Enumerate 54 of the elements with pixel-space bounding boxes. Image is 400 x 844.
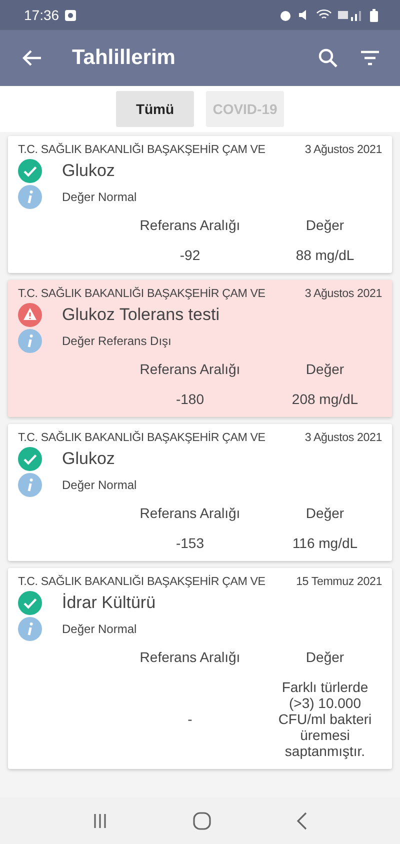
institution-name: T.C. SAĞLIK BAKANLIĞI BAŞAKŞEHİR ÇAM VE <box>18 574 266 589</box>
battery-icon <box>370 8 378 22</box>
home-icon[interactable] <box>192 812 211 830</box>
value-label: Değer <box>304 361 346 377</box>
screen-title: Tahlillerim <box>72 46 176 70</box>
reference-label: Referans Aralığı <box>138 505 242 521</box>
value-label: Değer <box>304 649 346 665</box>
info-icon <box>18 473 42 497</box>
status-time: 17:36 <box>24 7 60 23</box>
result-date: 15 Temmuz 2021 <box>296 574 382 589</box>
check-icon <box>18 591 42 615</box>
recent-apps-icon[interactable] <box>92 812 108 828</box>
institution-name: T.C. SAĞLIK BAKANLIĞI BAŞAKŞEHİR ÇAM VE <box>18 430 266 445</box>
warning-icon <box>18 303 42 327</box>
value-label: Değer <box>304 505 346 521</box>
result-value: 116 mg/dL <box>291 535 359 551</box>
test-name: Glukoz Tolerans testi <box>62 305 220 325</box>
result-card[interactable]: T.C. SAĞLIK BAKANLIĞI BAŞAKŞEHİR ÇAM VE 3 Ağustos 2021 Glukoz Tolerans testi Değer Referans Dışı Referans Aralığı Değer -180 208 mg/dL <box>8 280 392 417</box>
reference-label: Referans Aralığı <box>138 361 242 377</box>
back-icon[interactable] <box>296 812 308 830</box>
test-name: Glukoz <box>62 161 115 181</box>
reference-range: - <box>186 711 194 727</box>
result-status: Değer Normal <box>62 190 137 204</box>
test-name: İdrar Kültürü <box>62 593 156 613</box>
check-icon <box>18 159 42 183</box>
reference-label: Referans Aralığı <box>138 649 242 665</box>
result-status: Değer Normal <box>62 622 137 636</box>
result-date: 3 Ağustos 2021 <box>304 430 382 445</box>
result-date: 3 Ağustos 2021 <box>304 142 382 157</box>
info-icon <box>18 329 42 353</box>
result-card[interactable]: T.C. SAĞLIK BAKANLIĞI BAŞAKŞEHİR ÇAM VE 15 Temmuz 2021 İdrar Kültürü Değer Normal Referans Aralığı Değer - Farklı türlerde (>3) 10.000 CFU/ml bakteri üremesi saptanmıştır. <box>8 568 392 769</box>
signal-icon <box>338 9 364 21</box>
value-label: Değer <box>304 217 346 233</box>
info-icon <box>18 185 42 209</box>
reference-label: Referans Aralığı <box>138 217 242 233</box>
reference-range: -92 <box>178 247 202 263</box>
notification-icon <box>65 10 76 20</box>
info-icon <box>18 617 42 641</box>
result-status: Değer Referans Dışı <box>62 334 172 348</box>
filter-tab[interactable]: Tümü <box>116 91 194 127</box>
wifi-icon <box>316 9 332 21</box>
institution-name: T.C. SAĞLIK BAKANLIĞI BAŞAKŞEHİR ÇAM VE <box>18 286 266 301</box>
check-icon <box>18 447 42 471</box>
result-value: 208 mg/dL <box>290 391 360 407</box>
result-date: 3 Ağustos 2021 <box>304 286 382 301</box>
reference-range: -180 <box>174 391 206 407</box>
result-status: Değer Normal <box>62 478 137 492</box>
reference-range: -153 <box>174 535 206 551</box>
test-name: Glukoz <box>62 449 115 469</box>
result-card[interactable]: T.C. SAĞLIK BAKANLIĞI BAŞAKŞEHİR ÇAM VE 3 Ağustos 2021 Glukoz Değer Normal Referans Aralığı Değer -153 116 mg/dL <box>8 424 392 561</box>
result-value: Farklı türlerde (>3) 10.000 CFU/ml bakteri üremesi saptanmıştır. <box>277 679 373 759</box>
institution-name: T.C. SAĞLIK BAKANLIĞI BAŞAKŞEHİR ÇAM VE <box>18 142 266 157</box>
result-card[interactable]: T.C. SAĞLIK BAKANLIĞI BAŞAKŞEHİR ÇAM VE 3 Ağustos 2021 Glukoz Değer Normal Referans Aralığı Değer -92 88 mg/dL <box>8 136 392 273</box>
result-value: 88 mg/dL <box>294 247 356 263</box>
